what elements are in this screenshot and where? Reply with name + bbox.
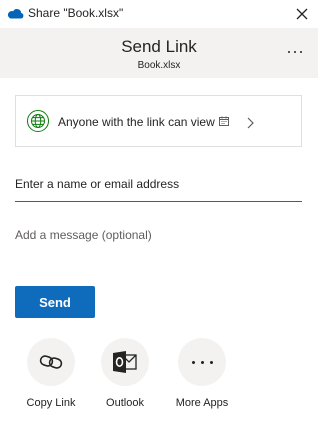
- more-options-icon: [288, 51, 290, 53]
- file-name: Book.xlsx: [137, 60, 181, 71]
- more-apps-button[interactable]: More Apps: [167, 338, 237, 416]
- outlook-icon: [113, 351, 137, 373]
- dialog-title: Send Link: [121, 37, 197, 56]
- send-button[interactable]: Send: [15, 286, 95, 318]
- message-input[interactable]: [15, 222, 302, 250]
- copy-link-label: Copy Link: [26, 397, 76, 409]
- copy-link-button[interactable]: Copy Link: [16, 338, 86, 416]
- dialog-header: Send Link Book.xlsx: [0, 28, 318, 78]
- outlook-button[interactable]: Outlook: [90, 338, 160, 416]
- window-title: Share "Book.xlsx": [28, 6, 124, 20]
- title-bar: Share "Book.xlsx": [0, 0, 318, 28]
- chevron-right-icon: [247, 117, 254, 129]
- outlook-label: Outlook: [106, 397, 144, 409]
- onedrive-cloud-icon: [7, 9, 24, 19]
- more-options-button[interactable]: [284, 42, 306, 62]
- more-apps-icon: [191, 360, 195, 364]
- link-permission-selector[interactable]: Anyone with the link can view: [15, 95, 302, 147]
- link-icon: [39, 355, 63, 369]
- permission-label: Anyone with the link can view: [58, 115, 215, 129]
- close-icon: [296, 8, 308, 20]
- recipient-email-input[interactable]: [15, 170, 302, 202]
- more-apps-label: More Apps: [175, 397, 229, 409]
- globe-icon: [27, 110, 49, 132]
- calendar-icon: [219, 116, 229, 126]
- close-button[interactable]: [292, 4, 312, 24]
